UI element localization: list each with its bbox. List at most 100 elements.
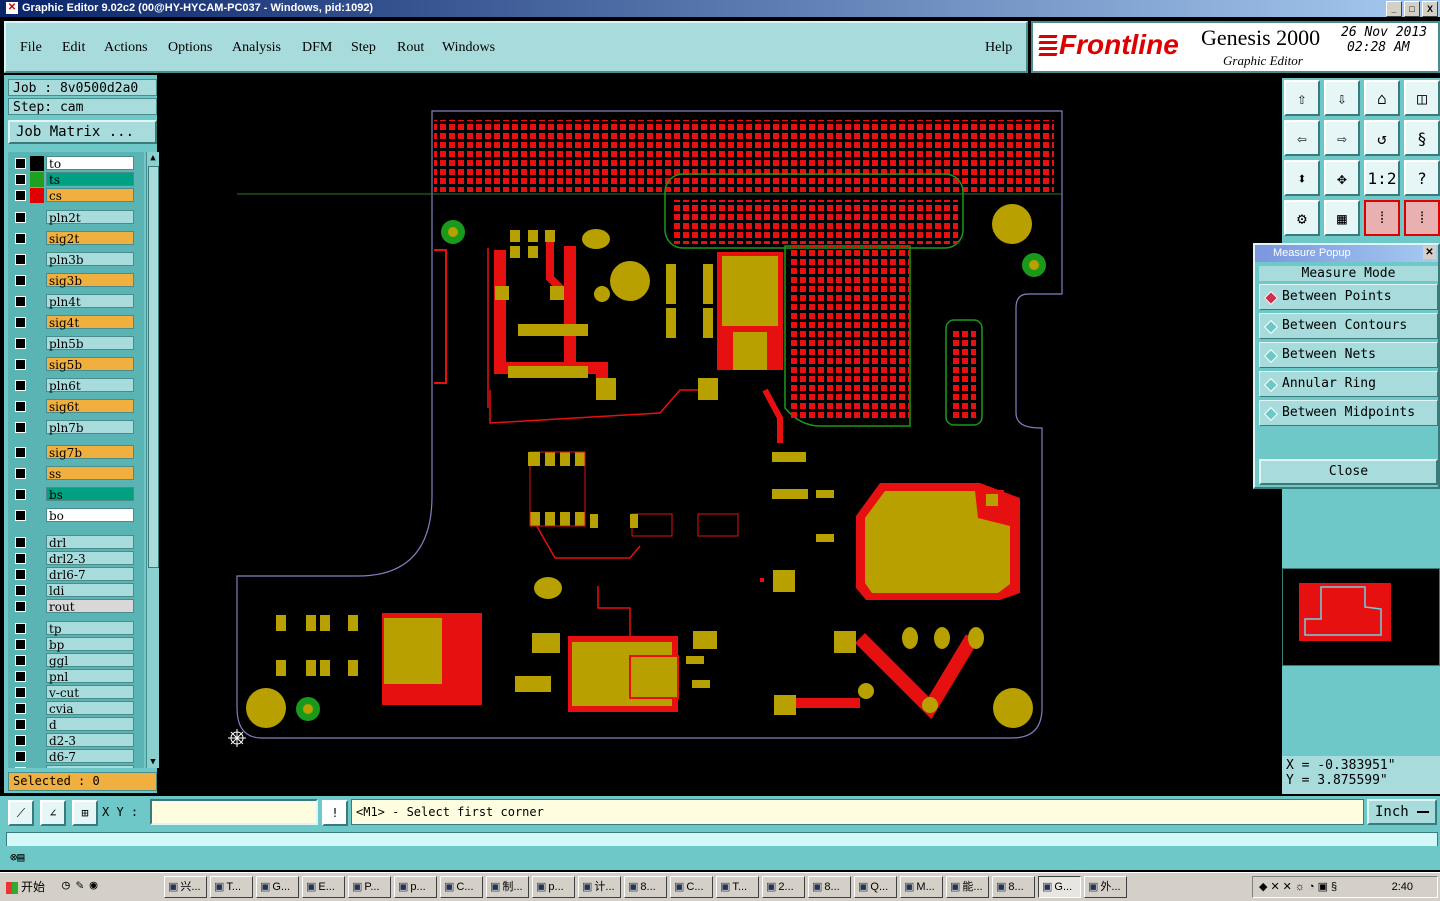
layer-row-ss[interactable]: ss <box>12 466 136 481</box>
layer-row-v-cut[interactable]: v-cut <box>12 685 136 700</box>
taskbar-item[interactable]: ▣ T... <box>716 876 759 898</box>
measure-between-midpoints[interactable]: Between Midpoints <box>1259 400 1438 426</box>
taskbar-item[interactable]: ▣ T... <box>210 876 253 898</box>
unit-selector[interactable]: Inch <box>1367 799 1437 825</box>
layer-checkbox[interactable] <box>15 655 26 666</box>
taskbar-item[interactable]: ▣ p... <box>394 876 437 898</box>
layer-row-pln2t[interactable]: pln2t <box>12 210 136 225</box>
taskbar-item[interactable]: ▣ 计... <box>578 876 621 898</box>
menu-analysis[interactable]: Analysis <box>232 40 281 56</box>
layer-row-d6-7[interactable]: d6-7 <box>12 749 136 764</box>
browser-icon[interactable]: ◉ <box>90 878 98 893</box>
angle-tool-icon[interactable]: ∠ <box>40 800 66 826</box>
taskbar-item[interactable]: ▣ M... <box>900 876 943 898</box>
layer-checkbox[interactable] <box>15 158 26 169</box>
zoom-down-icon[interactable]: ⇩ <box>1324 80 1360 116</box>
taskbar-item[interactable]: ▣ 外... <box>1084 876 1127 898</box>
tray-icons[interactable]: ◆✕✕☼◔▣§ <box>1259 877 1340 897</box>
clock-app-icon[interactable]: ◷ <box>62 878 70 893</box>
layer-row-ldi[interactable]: ldi <box>12 583 136 598</box>
snap-icon[interactable]: ⚙ <box>1284 200 1320 236</box>
layer-toggle-icon[interactable]: ⁞ <box>1364 200 1400 236</box>
layer-row-sig4t[interactable]: sig4t <box>12 315 136 330</box>
graphic-canvas[interactable] <box>160 78 1280 794</box>
layer-row-d2-3[interactable]: d2-3 <box>12 733 136 748</box>
layer-checkbox[interactable] <box>15 468 26 479</box>
measure-between-points[interactable]: Between Points <box>1259 284 1438 310</box>
layer-checkbox[interactable] <box>15 447 26 458</box>
layer-row-sig7b[interactable]: sig7b <box>12 445 136 460</box>
layer-row-tp[interactable]: tp <box>12 621 136 636</box>
layer-checkbox[interactable] <box>15 767 26 768</box>
taskbar-item[interactable]: ▣ 制... <box>486 876 529 898</box>
layer-row-bp[interactable]: bp <box>12 637 136 652</box>
layer-row-sig2t[interactable]: sig2t <box>12 231 136 246</box>
measure-between-contours[interactable]: Between Contours <box>1259 313 1438 339</box>
layer-row-pln5b[interactable]: pln5b <box>12 336 136 351</box>
menu-rout[interactable]: Rout <box>397 40 424 56</box>
layer-checkbox[interactable] <box>15 380 26 391</box>
info-icon[interactable]: ! <box>322 800 348 826</box>
layer-checkbox[interactable] <box>15 254 26 265</box>
layer-checkbox[interactable] <box>15 190 26 201</box>
help-icon[interactable]: ? <box>1404 160 1440 196</box>
layer-row-sig5b[interactable]: sig5b <box>12 357 136 372</box>
layer-row-drl6-7[interactable]: drl6-7 <box>12 567 136 582</box>
redraw-icon[interactable]: § <box>1404 120 1440 156</box>
scroll-up-icon[interactable]: ▲ <box>147 152 159 164</box>
layer-checkbox[interactable] <box>15 687 26 698</box>
zoom-home-icon[interactable]: ⇧ <box>1284 80 1320 116</box>
scale-1-2-icon[interactable]: 1:2 <box>1364 160 1400 196</box>
menu-options[interactable]: Options <box>168 40 212 56</box>
layer-row-to.d[interactable]: to.d <box>12 765 136 768</box>
taskbar-item[interactable]: ▣ p... <box>532 876 575 898</box>
layer-row-ggl[interactable]: ggl <box>12 653 136 668</box>
layer-row-rout[interactable]: rout <box>12 599 136 614</box>
close-window-button[interactable]: X <box>1422 1 1438 17</box>
layer-checkbox[interactable] <box>15 489 26 500</box>
layer-checkbox[interactable] <box>15 569 26 580</box>
snap-grid-icon[interactable]: ⊞ <box>72 800 98 826</box>
menu-actions[interactable]: Actions <box>104 40 148 56</box>
layer-checkbox[interactable] <box>15 623 26 634</box>
layer-checkbox[interactable] <box>15 233 26 244</box>
taskbar-item[interactable]: ▣ Q... <box>854 876 897 898</box>
layer-checkbox[interactable] <box>15 296 26 307</box>
layer-checkbox[interactable] <box>15 537 26 548</box>
menu-dfm[interactable]: DFM <box>302 40 332 56</box>
layer-row-drl[interactable]: drl <box>12 535 136 550</box>
layer-checkbox[interactable] <box>15 359 26 370</box>
taskbar-item[interactable]: ▣ G... <box>1038 876 1081 898</box>
xy-input[interactable] <box>150 799 318 825</box>
overview-map[interactable] <box>1282 568 1440 666</box>
layer-checkbox[interactable] <box>15 401 26 412</box>
layer-row-pln7b[interactable]: pln7b <box>12 420 136 435</box>
layer-checkbox[interactable] <box>15 585 26 596</box>
layer-checkbox[interactable] <box>15 553 26 564</box>
taskbar-item[interactable]: ▣ C... <box>440 876 483 898</box>
zoom-fit-icon[interactable]: ✥ <box>1324 160 1360 196</box>
layer-checkbox[interactable] <box>15 338 26 349</box>
layer-row-ts[interactable]: ts <box>12 172 136 187</box>
taskbar-item[interactable]: ▣ 能... <box>946 876 989 898</box>
layer-row-cs[interactable]: cs <box>12 188 136 203</box>
layer-row-pnl[interactable]: pnl <box>12 669 136 684</box>
panel-icon[interactable]: ◫ <box>1404 80 1440 116</box>
scroll-thumb[interactable] <box>148 166 159 568</box>
layer-checkbox[interactable] <box>15 719 26 730</box>
layer-row-drl2-3[interactable]: drl2-3 <box>12 551 136 566</box>
layer-checkbox[interactable] <box>15 174 26 185</box>
layer-checkbox[interactable] <box>15 275 26 286</box>
layer-checkbox[interactable] <box>15 735 26 746</box>
layer-checkbox[interactable] <box>15 317 26 328</box>
home-icon[interactable]: ⌂ <box>1364 80 1400 116</box>
taskbar-item[interactable]: ▣ 8... <box>624 876 667 898</box>
grid-icon[interactable]: ▦ <box>1324 200 1360 236</box>
start-button[interactable]: 开始 <box>2 876 56 898</box>
layer-row-cvia[interactable]: cvia <box>12 701 136 716</box>
taskbar-item[interactable]: ▣ C... <box>670 876 713 898</box>
layer-row-sig6t[interactable]: sig6t <box>12 399 136 414</box>
layer-checkbox[interactable] <box>15 703 26 714</box>
taskbar-item[interactable]: ▣ 兴... <box>164 876 207 898</box>
taskbar-item[interactable]: ▣ 8... <box>808 876 851 898</box>
